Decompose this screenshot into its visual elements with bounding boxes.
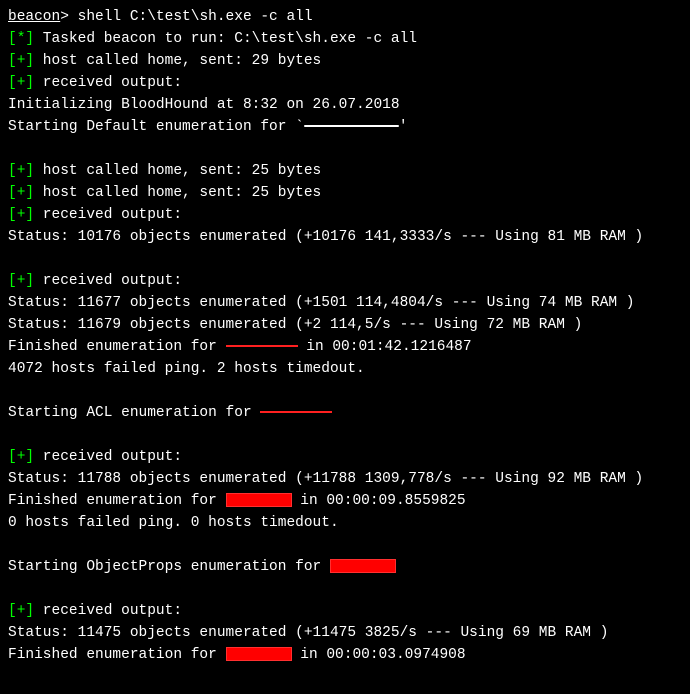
blank-line <box>8 138 682 160</box>
marker-plus: [+] <box>8 273 34 289</box>
output-line: Status: 11677 objects enumerated (+1501 … <box>8 292 682 314</box>
output-line: Finished enumeration for in 00:00:03.097… <box>8 644 682 666</box>
marker-star: [*] <box>8 31 34 47</box>
output-line: [+] host called home, sent: 25 bytes <box>8 160 682 182</box>
marker-plus: [+] <box>8 603 34 619</box>
output-line: [+] received output: <box>8 204 682 226</box>
blank-line <box>8 248 682 270</box>
redaction-white <box>304 125 399 127</box>
output-line: [+] received output: <box>8 600 682 622</box>
command-text: shell C:\test\sh.exe -c all <box>69 9 313 25</box>
blank-line <box>8 380 682 402</box>
output-line: [+] host called home, sent: 29 bytes <box>8 50 682 72</box>
output-line: Status: 11475 objects enumerated (+11475… <box>8 622 682 644</box>
output-line: Initializing BloodHound at 8:32 on 26.07… <box>8 94 682 116</box>
terminal-output: beacon> shell C:\test\sh.exe -c all [*] … <box>8 6 682 666</box>
output-line: [+] received output: <box>8 72 682 94</box>
output-line: [+] host called home, sent: 25 bytes <box>8 182 682 204</box>
output-line: Starting ACL enumeration for <box>8 402 682 424</box>
output-line: [+] received output: <box>8 446 682 468</box>
marker-plus: [+] <box>8 185 34 201</box>
output-line: [*] Tasked beacon to run: C:\test\sh.exe… <box>8 28 682 50</box>
redaction-red <box>260 411 332 413</box>
output-line: Finished enumeration for in 00:01:42.121… <box>8 336 682 358</box>
output-line: 4072 hosts failed ping. 2 hosts timedout… <box>8 358 682 380</box>
marker-plus: [+] <box>8 449 34 465</box>
output-line: [+] received output: <box>8 270 682 292</box>
redaction-red <box>330 559 396 573</box>
marker-plus: [+] <box>8 163 34 179</box>
output-line: 0 hosts failed ping. 0 hosts timedout. <box>8 512 682 534</box>
output-line: Starting Default enumeration for `' <box>8 116 682 138</box>
marker-plus: [+] <box>8 75 34 91</box>
redaction-red <box>226 345 298 347</box>
blank-line <box>8 424 682 446</box>
marker-plus: [+] <box>8 207 34 223</box>
beacon-prompt: beacon <box>8 9 60 25</box>
output-line: Status: 10176 objects enumerated (+10176… <box>8 226 682 248</box>
blank-line <box>8 534 682 556</box>
output-line: Status: 11788 objects enumerated (+11788… <box>8 468 682 490</box>
output-line: Finished enumeration for in 00:00:09.855… <box>8 490 682 512</box>
prompt-line[interactable]: beacon> shell C:\test\sh.exe -c all <box>8 6 682 28</box>
blank-line <box>8 578 682 600</box>
marker-plus: [+] <box>8 53 34 69</box>
redaction-red <box>226 647 292 661</box>
redaction-red <box>226 493 292 507</box>
output-line: Starting ObjectProps enumeration for <box>8 556 682 578</box>
output-line: Status: 11679 objects enumerated (+2 114… <box>8 314 682 336</box>
